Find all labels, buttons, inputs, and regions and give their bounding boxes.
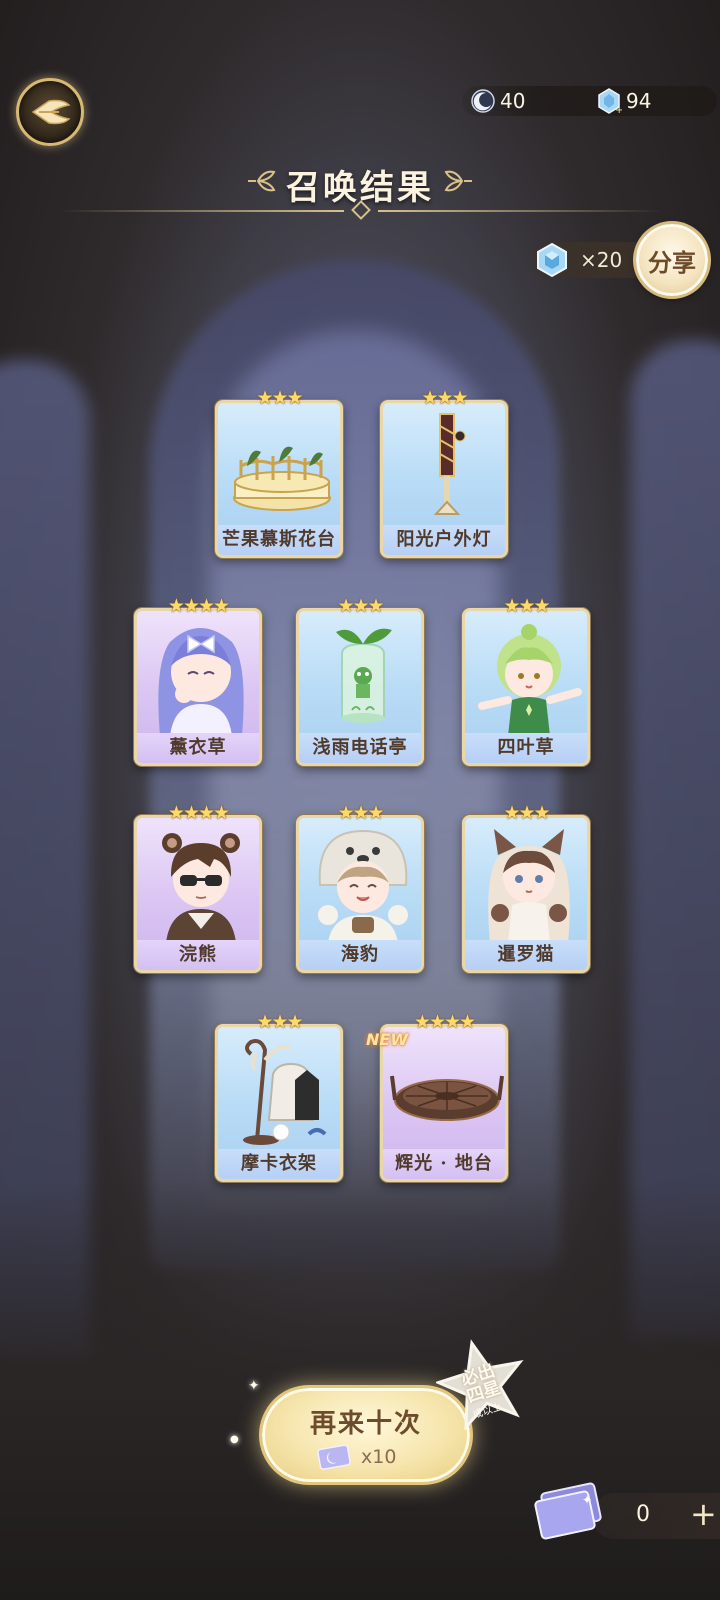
result-card[interactable]: 浅雨电话亭 ★★★ [296,595,424,766]
rarity-stars: ★★★ [256,387,303,409]
moon-icon [471,89,495,113]
card-frame: 芒果慕斯花台 [215,400,343,558]
rarity-stars: ★★★ [421,387,468,409]
card-art [221,1030,340,1152]
background-chapel [0,0,720,1600]
rarity-stars: ★★★ [503,595,550,617]
card-frame: 海豹 [296,815,424,973]
svg-text:✦: ✦ [582,1493,592,1507]
title-divider-right [378,210,662,212]
moon-currency: 40 [470,86,525,116]
card-name: 阳光户外灯 [383,525,505,555]
item-illustration-icon [233,446,331,511]
item-illustration-icon [318,829,408,943]
summon-cost-value: x10 [361,1446,397,1468]
item-illustration-icon [478,624,582,736]
gem-icon [537,242,567,278]
sparkle-icon: ● [230,1434,239,1445]
add-ticket-button[interactable]: + [690,1496,717,1532]
card-name: 暹罗猫 [465,940,587,970]
card-frame: 摩卡衣架 [215,1024,343,1182]
card-name: 四叶草 [465,733,587,763]
back-wing-icon [31,99,71,125]
card-art [468,614,587,736]
card-name: 芒果慕斯花台 [218,525,340,555]
rarity-stars: ★★★ [337,802,384,824]
rarity-stars: ★★★ [256,1011,303,1033]
result-card[interactable]: 暹罗猫 ★★★ [462,802,590,973]
card-art [302,821,421,943]
title-divider-left [60,210,344,212]
ticket-stack-icon: ✦ [534,1482,602,1540]
card-name: 海豹 [299,940,421,970]
sparkle-icon: ✦ [248,1378,260,1394]
result-card[interactable]: 四叶草 ★★★ [462,595,590,766]
card-art [140,614,259,736]
summon-cost: x10 [317,1443,396,1471]
result-card[interactable]: 摩卡衣架 ★★★ [215,1011,343,1182]
result-card[interactable]: 阳光户外灯 ★★★ [380,387,508,558]
summon-ticket-icon [317,1444,351,1470]
card-name: 浅雨电话亭 [299,733,421,763]
card-name: 辉光 · 地台 [383,1149,505,1179]
item-illustration-icon [243,1039,327,1145]
rarity-stars: ★★★ [337,595,384,617]
card-art [140,821,259,943]
item-illustration-icon [158,628,244,736]
share-reward-count: ×20 [580,248,623,272]
card-art [221,406,340,528]
card-frame: 浅雨电话亭 [296,608,424,766]
item-illustration-icon [488,829,570,943]
item-illustration-icon [433,413,466,515]
card-name: 摩卡衣架 [218,1149,340,1179]
back-button[interactable] [16,78,84,146]
ticket-count: 0 [636,1502,650,1527]
rarity-stars: ★★★★ [167,802,230,824]
gem-count: 94 [626,89,652,113]
result-card[interactable]: 辉光 · 地台 ★★★★ NEW [366,1011,508,1182]
moon-count: 40 [500,89,526,113]
item-illustration-icon [162,833,240,943]
svg-text:+: + [615,105,622,114]
leaf-ornament-icon [444,170,472,192]
share-button[interactable]: 分享 [636,224,708,296]
card-name: 浣熊 [137,940,259,970]
new-badge: NEW [366,1030,408,1049]
result-card[interactable]: 海豹 ★★★ [296,802,424,973]
card-frame: 浣熊 [134,815,262,973]
gem-currency: + 94 [596,86,651,116]
card-frame: 薰衣草 [134,608,262,766]
card-art [468,821,587,943]
result-card[interactable]: 芒果慕斯花台 ★★★ [215,387,343,558]
result-card[interactable]: 浣熊 ★★★★ [134,802,262,973]
result-card[interactable]: 薰衣草 ★★★★ [134,595,262,766]
card-art [386,406,505,528]
rarity-stars: ★★★★ [167,595,230,617]
card-frame: 暹罗猫 [462,815,590,973]
card-frame: 四叶草 [462,608,590,766]
card-art [302,614,421,736]
rarity-stars: ★★★ [503,802,550,824]
card-frame: 阳光户外灯 [380,400,508,558]
card-name: 薰衣草 [137,733,259,763]
gem-icon: + [598,88,622,114]
item-illustration-icon [336,628,392,723]
